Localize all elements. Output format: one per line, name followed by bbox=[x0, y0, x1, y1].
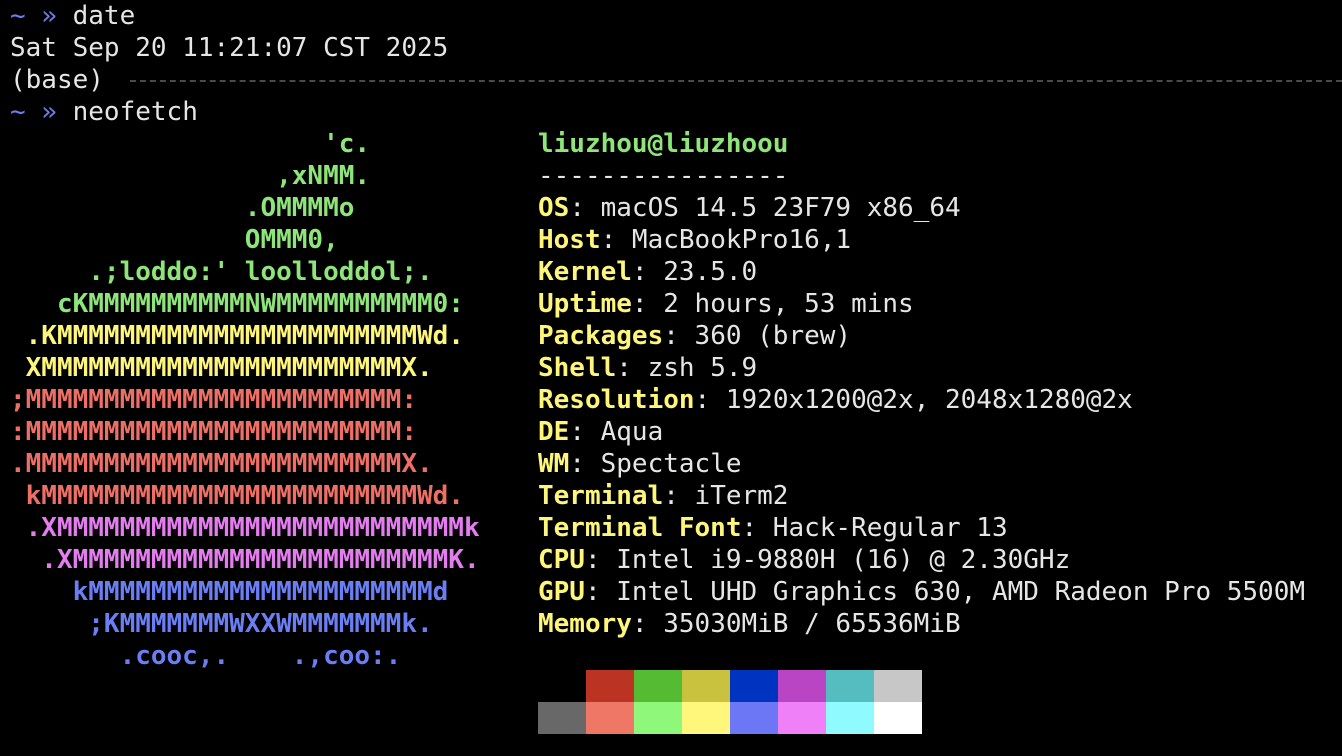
command-neofetch: neofetch bbox=[72, 97, 198, 127]
date-output: Sat Sep 20 11:21:07 CST 2025 bbox=[10, 33, 449, 63]
info-row-cpu: CPU: Intel i9-9880H (16) @ 2.30GHz bbox=[538, 544, 1070, 576]
info-row-resolution: Resolution: 1920x1200@2x, 2048x1280@2x bbox=[538, 384, 1133, 416]
color-swatch-normal-5 bbox=[778, 670, 826, 702]
color-swatch-normal-2 bbox=[634, 670, 682, 702]
info-row-uptime: Uptime: 2 hours, 53 mins bbox=[538, 288, 914, 320]
info-value: : 360 (brew) bbox=[663, 321, 852, 351]
info-value: : Spectacle bbox=[569, 449, 742, 479]
info-value: : zsh 5.9 bbox=[616, 353, 758, 383]
prompt-symbol: ~ » bbox=[10, 97, 57, 127]
info-key: Uptime bbox=[538, 289, 632, 319]
logo-line: OMMM0, bbox=[10, 225, 339, 255]
info-key: CPU bbox=[538, 545, 585, 575]
info-row-de: DE: Aqua bbox=[538, 416, 663, 448]
info-key: Packages bbox=[538, 321, 664, 351]
info-key: Memory bbox=[538, 609, 632, 639]
info-key: DE bbox=[538, 417, 570, 447]
logo-line: .KMMMMMMMMMMMMMMMMMMMMMMMWd. bbox=[10, 321, 464, 351]
logo-line: XMMMMMMMMMMMMMMMMMMMMMMMX. bbox=[10, 353, 433, 383]
info-row-terminal: Terminal: iTerm2 bbox=[538, 480, 788, 512]
info-key: Resolution bbox=[538, 385, 695, 415]
info-value: : Intel UHD Graphics 630, AMD Radeon Pro… bbox=[584, 577, 1306, 607]
info-row-kernel: Kernel: 23.5.0 bbox=[538, 256, 757, 288]
logo-line: 'c. bbox=[10, 129, 371, 159]
logo-line: .XMMMMMMMMMMMMMMMMMMMMMMMMK. bbox=[10, 545, 480, 575]
info-row-host: Host: MacBookPro16,1 bbox=[538, 224, 851, 256]
user-host: liuzhou@liuzhoou bbox=[538, 129, 789, 159]
logo-line: ;MMMMMMMMMMMMMMMMMMMMMMMM: bbox=[10, 385, 417, 415]
command-date: date bbox=[72, 1, 136, 31]
info-value: : Intel i9-9880H (16) @ 2.30GHz bbox=[584, 545, 1071, 575]
info-row-gpu: GPU: Intel UHD Graphics 630, AMD Radeon … bbox=[538, 576, 1305, 608]
color-swatch-bright-6 bbox=[826, 702, 874, 734]
info-value: : 1920x1200@2x, 2048x1280@2x bbox=[694, 385, 1133, 415]
info-key: Host bbox=[538, 225, 601, 255]
conda-env-label: (base) bbox=[10, 65, 104, 95]
info-value: : Aqua bbox=[569, 417, 664, 447]
info-row-terminal-font: Terminal Font: Hack-Regular 13 bbox=[538, 512, 1008, 544]
prompt-line-neofetch: ~ » neofetch bbox=[10, 96, 198, 128]
logo-line: ;KMMMMMMMWXXWMMMMMMMk. bbox=[10, 609, 433, 639]
color-swatch-bright-1 bbox=[586, 702, 634, 734]
color-swatch-bright-2 bbox=[634, 702, 682, 734]
logo-line: kMMMMMMMMMMMMMMMMMMMMMMd bbox=[10, 577, 449, 607]
color-swatch-normal-3 bbox=[682, 670, 730, 702]
color-swatch-normal-0 bbox=[538, 670, 586, 702]
info-separator: ---------------- bbox=[538, 161, 789, 191]
color-swatch-normal-4 bbox=[730, 670, 778, 702]
prompt-separator-line bbox=[130, 80, 1342, 82]
color-swatch-bright-7 bbox=[874, 702, 922, 734]
logo-line: .MMMMMMMMMMMMMMMMMMMMMMMMX. bbox=[10, 449, 433, 479]
info-value: : 23.5.0 bbox=[631, 257, 758, 287]
color-swatch-bright-3 bbox=[682, 702, 730, 734]
info-value: : iTerm2 bbox=[663, 481, 789, 511]
info-row-shell: Shell: zsh 5.9 bbox=[538, 352, 757, 384]
info-row-memory: Memory: 35030MiB / 65536MiB bbox=[538, 608, 961, 640]
info-value: : 2 hours, 53 mins bbox=[631, 289, 914, 319]
logo-line: .XMMMMMMMMMMMMMMMMMMMMMMMMMMk bbox=[10, 513, 480, 543]
color-swatch-bright-0 bbox=[538, 702, 586, 734]
info-row-os: OS: macOS 14.5 23F79 x86_64 bbox=[538, 192, 961, 224]
info-row-packages: Packages: 360 (brew) bbox=[538, 320, 851, 352]
info-value: : 35030MiB / 65536MiB bbox=[631, 609, 961, 639]
info-key: Shell bbox=[538, 353, 617, 383]
color-swatch-bright-4 bbox=[730, 702, 778, 734]
info-key: WM bbox=[538, 449, 570, 479]
logo-line: ,xNMM. bbox=[10, 161, 371, 191]
logo-line: :MMMMMMMMMMMMMMMMMMMMMMMM: bbox=[10, 417, 417, 447]
color-swatch-normal-7 bbox=[874, 670, 922, 702]
info-value: : Hack-Regular 13 bbox=[741, 513, 1008, 543]
info-key: Kernel bbox=[538, 257, 632, 287]
prompt-symbol: ~ » bbox=[10, 1, 57, 31]
logo-line: .OMMMMo bbox=[10, 193, 355, 223]
info-key: Terminal bbox=[538, 481, 664, 511]
prompt-line-date: ~ » date bbox=[10, 0, 135, 32]
logo-line: .;loddo:' loolloddol;. bbox=[10, 257, 433, 287]
color-swatch-bright-5 bbox=[778, 702, 826, 734]
info-value: : MacBookPro16,1 bbox=[600, 225, 852, 255]
logo-line: .cooc,. .,coo:. bbox=[10, 641, 402, 671]
info-key: OS bbox=[538, 193, 570, 223]
color-swatch-normal-6 bbox=[826, 670, 874, 702]
info-key: GPU bbox=[538, 577, 585, 607]
info-row-wm: WM: Spectacle bbox=[538, 448, 742, 480]
logo-line: kMMMMMMMMMMMMMMMMMMMMMMMMWd. bbox=[10, 481, 464, 511]
logo-line: cKMMMMMMMMMMNWMMMMMMMMMM0: bbox=[10, 289, 464, 319]
info-value: : macOS 14.5 23F79 x86_64 bbox=[569, 193, 961, 223]
info-key: Terminal Font bbox=[538, 513, 742, 543]
color-swatch-normal-1 bbox=[586, 670, 634, 702]
